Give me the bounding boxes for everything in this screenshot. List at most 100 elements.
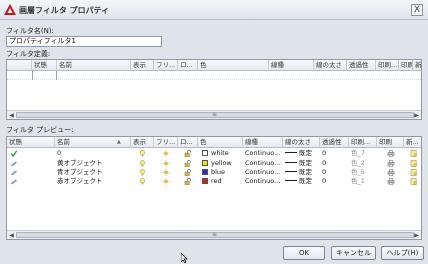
prev-col-plot[interactable]: 印刷 — [377, 137, 404, 148]
layer-name-cell[interactable]: 青オブジェクト — [55, 168, 131, 177]
close-button[interactable]: X — [411, 4, 423, 16]
layer-linetype-cell[interactable]: Continuo... — [243, 159, 283, 168]
scroll-grip-icon: ≡ — [212, 231, 218, 238]
def-col-plot[interactable]: 印刷 — [399, 60, 413, 71]
lightbulb-on-icon[interactable] — [139, 150, 146, 157]
preview-row[interactable]: 赤オブジェクト red Continuo... 既定 0 色_1 — [7, 177, 421, 186]
preview-row[interactable]: 青オブジェクト blue Continuo... 既定 0 色_5 — [7, 168, 421, 177]
help-button[interactable]: ヘルプ(H) — [381, 246, 424, 260]
filter-definition-row[interactable] — [7, 71, 421, 80]
def-col-linetype[interactable]: 線種 — [269, 60, 314, 71]
layer-lineweight-cell[interactable]: 既定 — [283, 149, 320, 158]
unlock-icon[interactable] — [184, 150, 192, 157]
layer-color-cell[interactable]: yellow — [200, 159, 243, 168]
def-col-status[interactable]: 状態 — [32, 60, 57, 71]
new-viewport-freeze-icon[interactable] — [410, 169, 418, 176]
sun-thawed-icon[interactable] — [162, 150, 170, 157]
ok-button[interactable]: OK — [283, 246, 325, 260]
sun-thawed-icon[interactable] — [162, 178, 170, 185]
def-col-on[interactable]: 表示 — [131, 60, 154, 71]
layer-color-cell[interactable]: blue — [200, 168, 243, 177]
def-col-plotstyle[interactable]: 印刷... — [376, 60, 399, 71]
lightbulb-on-icon[interactable] — [139, 160, 146, 167]
def-col-lineweight[interactable]: 線の太さ — [314, 60, 347, 71]
layer-plotstyle-cell[interactable]: 色_2 — [349, 159, 377, 168]
def-col-name[interactable]: 名前 — [57, 60, 131, 71]
scroll-thumb[interactable]: ≡ — [16, 231, 414, 238]
filter-name-input[interactable]: プロパティフィルタ1 — [6, 36, 162, 47]
lightbulb-on-icon[interactable] — [139, 178, 146, 185]
new-viewport-freeze-icon[interactable] — [410, 160, 418, 167]
def-col-transparency[interactable]: 透過性 — [347, 60, 376, 71]
def-col-blank[interactable] — [7, 60, 32, 71]
prev-col-linetype[interactable]: 線種 — [243, 137, 283, 148]
layer-color-cell-text: red — [211, 177, 222, 185]
layer-transparency-cell[interactable]: 0 — [320, 168, 349, 177]
layer-plotstyle-cell[interactable]: 色_1 — [349, 177, 377, 186]
prev-col-name[interactable]: 名前 ▲ — [55, 137, 131, 148]
scroll-right-arrow-icon[interactable]: ▶ — [413, 232, 420, 239]
layer-name-cell[interactable]: 0 — [55, 149, 131, 158]
prev-col-on[interactable]: 表示 — [131, 137, 154, 148]
prev-col-plotstyle[interactable]: 印刷... — [349, 137, 377, 148]
autocad-logo-icon — [4, 4, 16, 15]
def-col-lock[interactable]: ロ... — [178, 60, 198, 71]
def-col-color[interactable]: 色 — [198, 60, 269, 71]
filter-definition-header: 状態 名前 表示 フリ... ロ... 色 線種 線の太さ 透過性 印刷... … — [7, 60, 421, 71]
layer-plotstyle-cell[interactable]: 色_5 — [349, 168, 377, 177]
sun-thawed-icon[interactable] — [162, 169, 170, 176]
unlock-icon[interactable] — [184, 169, 192, 176]
layer-plotstyle-cell-text: 色_7 — [351, 149, 365, 157]
scroll-left-arrow-icon[interactable]: ◀ — [8, 232, 15, 239]
lineweight-sample — [285, 180, 297, 181]
preview-row[interactable]: 0 white Continuo... 既定 0 色_7 — [7, 149, 421, 158]
layer-status-icon — [11, 161, 17, 167]
prev-col-color[interactable]: 色 — [198, 137, 243, 148]
color-swatch — [202, 150, 208, 156]
layer-linetype-cell[interactable]: Continuo... — [243, 149, 283, 158]
layer-lineweight-cell[interactable]: 既定 — [283, 168, 320, 177]
cancel-button[interactable]: キャンセル — [331, 246, 376, 260]
filter-preview-hscrollbar[interactable]: ◀ ≡ ▶ — [7, 230, 421, 239]
layer-plotstyle-cell-text: 色_2 — [351, 159, 365, 167]
layer-transparency-cell-text: 0 — [322, 177, 327, 185]
layer-transparency-cell[interactable]: 0 — [320, 149, 349, 158]
layer-name-cell[interactable]: 黄オブジェクト — [55, 159, 131, 168]
sun-thawed-icon[interactable] — [162, 160, 170, 167]
layer-lineweight-cell[interactable]: 既定 — [283, 177, 320, 186]
layer-linetype-cell[interactable]: Continuo... — [243, 177, 283, 186]
layer-color-cell[interactable]: white — [200, 149, 243, 158]
scroll-left-arrow-icon[interactable]: ◀ — [8, 112, 15, 119]
prev-col-new[interactable]: 新... — [404, 137, 421, 148]
unlock-icon[interactable] — [184, 160, 192, 167]
filter-definition-hscrollbar[interactable]: ◀ ≡ ▶ — [7, 110, 421, 119]
layer-transparency-cell[interactable]: 0 — [320, 159, 349, 168]
filter-preview-grid[interactable]: 状態 名前 ▲ 表示 フリ... ロ... 色 線種 線の太さ 透過性 印刷..… — [6, 136, 422, 240]
scroll-thumb[interactable]: ≡ — [16, 111, 414, 118]
prev-col-lock[interactable]: ロ... — [178, 137, 198, 148]
printer-icon[interactable] — [387, 160, 395, 167]
layer-color-cell[interactable]: red — [200, 177, 243, 186]
layer-linetype-cell[interactable]: Continuo... — [243, 168, 283, 177]
printer-icon[interactable] — [387, 178, 395, 185]
prev-col-lineweight[interactable]: 線の太さ — [283, 137, 320, 148]
lightbulb-on-icon[interactable] — [139, 169, 146, 176]
prev-col-transparency[interactable]: 透過性 — [320, 137, 349, 148]
printer-icon[interactable] — [387, 169, 395, 176]
prev-col-status[interactable]: 状態 — [7, 137, 55, 148]
def-col-new[interactable]: 新... — [413, 60, 421, 71]
unlock-icon[interactable] — [184, 178, 192, 185]
scroll-right-arrow-icon[interactable]: ▶ — [413, 112, 420, 119]
layer-transparency-cell[interactable]: 0 — [320, 177, 349, 186]
layer-plotstyle-cell[interactable]: 色_7 — [349, 149, 377, 158]
filter-definition-grid[interactable]: 状態 名前 表示 フリ... ロ... 色 線種 線の太さ 透過性 印刷... … — [6, 59, 422, 120]
def-col-freeze[interactable]: フリ... — [154, 60, 178, 71]
layer-lineweight-cell[interactable]: 既定 — [283, 159, 320, 168]
prev-col-freeze[interactable]: フリ... — [154, 137, 178, 148]
new-viewport-freeze-icon[interactable] — [410, 178, 418, 185]
def-status-cell[interactable] — [32, 71, 57, 80]
new-viewport-freeze-icon[interactable] — [410, 150, 418, 157]
preview-row[interactable]: 黄オブジェクト yellow Continuo... 既定 0 色_2 — [7, 159, 421, 168]
printer-icon[interactable] — [387, 150, 395, 157]
layer-name-cell[interactable]: 赤オブジェクト — [55, 177, 131, 186]
